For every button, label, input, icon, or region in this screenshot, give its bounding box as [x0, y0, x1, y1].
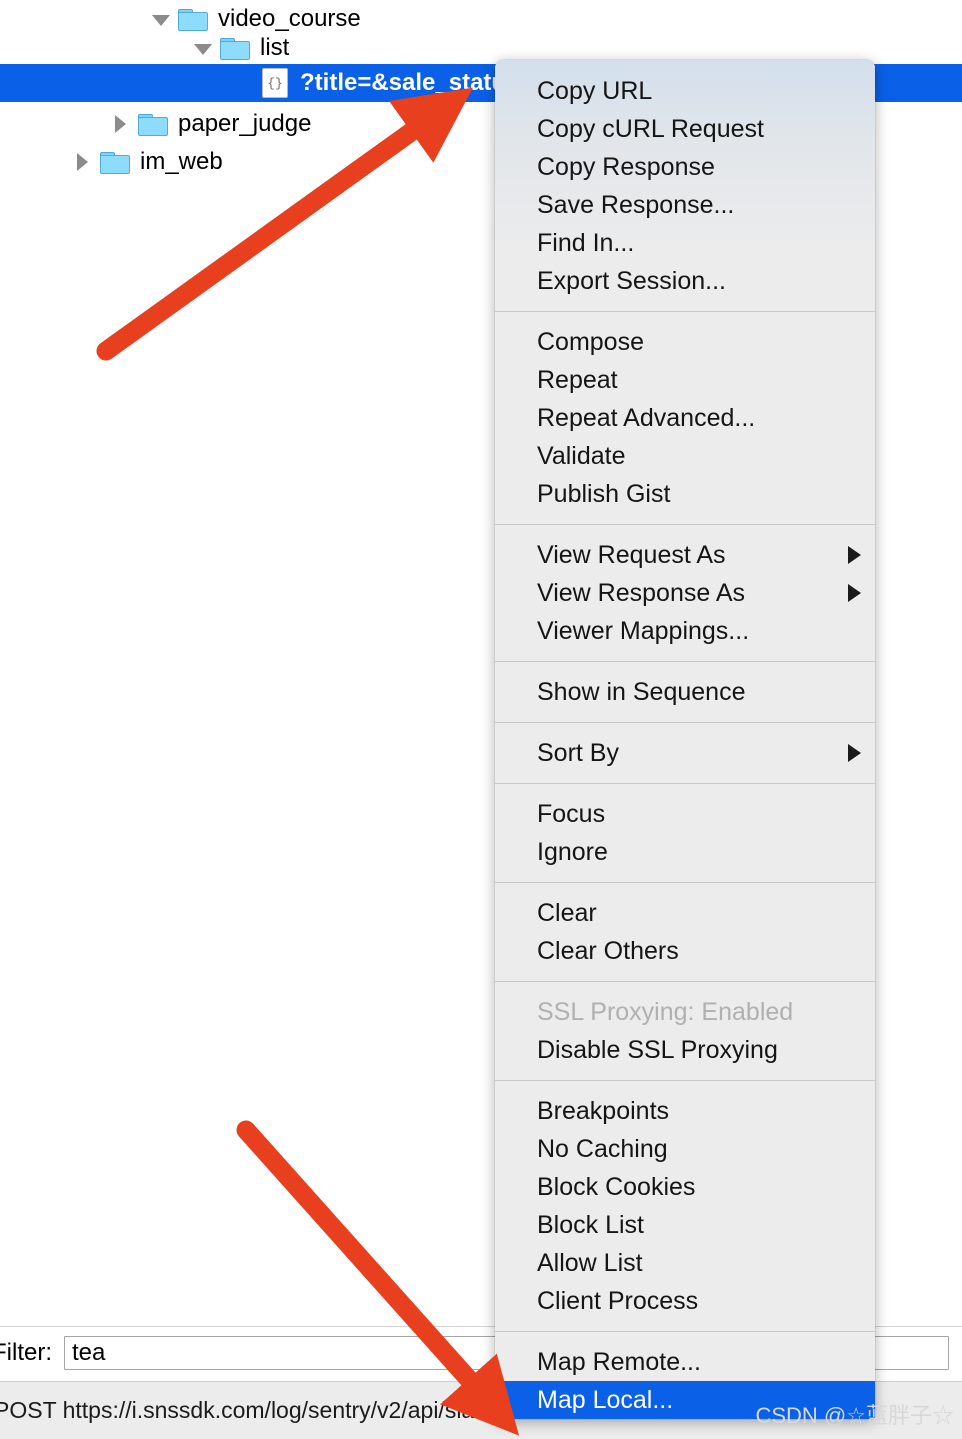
- submenu-chevron-right-icon: [848, 744, 861, 762]
- menu-item-label: SSL Proxying: Enabled: [537, 997, 794, 1026]
- menu-item-label: Ignore: [537, 837, 608, 866]
- disclosure-triangle-closed-icon[interactable]: [110, 114, 130, 134]
- menu-item-label: Find In...: [537, 228, 635, 257]
- tree-row-label: list: [260, 34, 290, 61]
- menu-item-label: Breakpoints: [537, 1096, 670, 1125]
- menu-separator: [495, 311, 875, 312]
- menu-item-label: Publish Gist: [537, 479, 671, 508]
- context-menu[interactable]: Copy URL Copy cURL Request Copy Response…: [495, 60, 875, 1419]
- menu-item-export-session[interactable]: Export Session...: [495, 262, 875, 300]
- menu-item-label: Copy cURL Request: [537, 114, 764, 143]
- folder-icon: [178, 7, 208, 31]
- menu-group: Sort By: [495, 734, 875, 772]
- menu-item-viewer-mappings[interactable]: Viewer Mappings...: [495, 612, 875, 650]
- menu-item-label: Clear Others: [537, 936, 679, 965]
- menu-group: SSL Proxying: Enabled Disable SSL Proxyi…: [495, 993, 875, 1069]
- menu-item-ignore[interactable]: Ignore: [495, 833, 875, 871]
- tree-row-label: paper_judge: [178, 110, 312, 137]
- folder-icon: [138, 112, 168, 136]
- submenu-chevron-right-icon: [848, 584, 861, 602]
- menu-item-repeat-advanced[interactable]: Repeat Advanced...: [495, 399, 875, 437]
- menu-item-label: Focus: [537, 799, 606, 828]
- menu-item-label: Client Process: [537, 1286, 699, 1315]
- disclosure-triangle-open-icon[interactable]: [192, 38, 212, 58]
- menu-item-find-in[interactable]: Find In...: [495, 224, 875, 262]
- menu-item-copy-url[interactable]: Copy URL: [495, 72, 875, 110]
- menu-item-label: Allow List: [537, 1248, 643, 1277]
- menu-item-repeat[interactable]: Repeat: [495, 361, 875, 399]
- menu-item-no-caching[interactable]: No Caching: [495, 1130, 875, 1168]
- menu-item-label: Sort By: [537, 738, 619, 767]
- menu-item-block-cookies[interactable]: Block Cookies: [495, 1168, 875, 1206]
- disclosure-triangle-closed-icon[interactable]: [72, 152, 92, 172]
- menu-group: Show in Sequence: [495, 673, 875, 711]
- menu-item-label: Save Response...: [537, 190, 735, 219]
- menu-item-block-list[interactable]: Block List: [495, 1206, 875, 1244]
- menu-item-view-request-as[interactable]: View Request As: [495, 536, 875, 574]
- menu-item-label: Block Cookies: [537, 1172, 696, 1201]
- menu-separator: [495, 981, 875, 982]
- menu-item-label: Copy Response: [537, 152, 715, 181]
- menu-separator: [495, 1080, 875, 1081]
- menu-item-sort-by[interactable]: Sort By: [495, 734, 875, 772]
- tree-row-label: im_web: [140, 148, 223, 175]
- menu-item-label: View Response As: [537, 578, 745, 607]
- menu-item-save-response[interactable]: Save Response...: [495, 186, 875, 224]
- menu-item-breakpoints[interactable]: Breakpoints: [495, 1092, 875, 1130]
- menu-group: Focus Ignore: [495, 795, 875, 871]
- menu-item-label: No Caching: [537, 1134, 668, 1163]
- menu-item-label: Map Local...: [537, 1385, 674, 1414]
- menu-item-label: Clear: [537, 898, 597, 927]
- folder-icon: [100, 150, 130, 174]
- menu-item-clear-others[interactable]: Clear Others: [495, 932, 875, 970]
- menu-item-label: Map Remote...: [537, 1347, 701, 1376]
- menu-separator: [495, 722, 875, 723]
- submenu-chevron-right-icon: [848, 546, 861, 564]
- folder-icon: [220, 36, 250, 60]
- menu-separator: [495, 524, 875, 525]
- menu-separator: [495, 882, 875, 883]
- menu-item-client-process[interactable]: Client Process: [495, 1282, 875, 1320]
- menu-separator: [495, 661, 875, 662]
- menu-item-copy-curl-request[interactable]: Copy cURL Request: [495, 110, 875, 148]
- menu-item-validate[interactable]: Validate: [495, 437, 875, 475]
- menu-separator: [495, 1331, 875, 1332]
- menu-group: View Request As View Response As Viewer …: [495, 536, 875, 650]
- menu-item-disable-ssl-proxying[interactable]: Disable SSL Proxying: [495, 1031, 875, 1069]
- menu-item-label: Copy URL: [537, 76, 653, 105]
- menu-item-publish-gist[interactable]: Publish Gist: [495, 475, 875, 513]
- menu-item-label: Disable SSL Proxying: [537, 1035, 778, 1064]
- json-file-icon: {}: [262, 68, 288, 98]
- menu-item-label: Show in Sequence: [537, 677, 746, 706]
- menu-item-label: Export Session...: [537, 266, 726, 295]
- menu-item-focus[interactable]: Focus: [495, 795, 875, 833]
- menu-group: Breakpoints No Caching Block Cookies Blo…: [495, 1092, 875, 1320]
- menu-group: Compose Repeat Repeat Advanced... Valida…: [495, 323, 875, 513]
- menu-item-label: Repeat Advanced...: [537, 403, 756, 432]
- menu-group: Copy URL Copy cURL Request Copy Response…: [495, 72, 875, 300]
- menu-item-label: Block List: [537, 1210, 644, 1239]
- menu-item-label: Validate: [537, 441, 626, 470]
- menu-item-map-remote[interactable]: Map Remote...: [495, 1343, 875, 1381]
- menu-item-copy-response[interactable]: Copy Response: [495, 148, 875, 186]
- menu-item-clear[interactable]: Clear: [495, 894, 875, 932]
- filter-label: Filter:: [0, 1339, 52, 1366]
- menu-item-label: Repeat: [537, 365, 618, 394]
- menu-item-label: Compose: [537, 327, 644, 356]
- menu-item-ssl-proxying-status: SSL Proxying: Enabled: [495, 993, 875, 1031]
- menu-item-view-response-as[interactable]: View Response As: [495, 574, 875, 612]
- menu-item-show-in-sequence[interactable]: Show in Sequence: [495, 673, 875, 711]
- csdn-watermark: CSDN @☆蓝胖子☆: [755, 1403, 954, 1428]
- disclosure-triangle-open-icon[interactable]: [150, 9, 170, 29]
- menu-separator: [495, 783, 875, 784]
- menu-item-allow-list[interactable]: Allow List: [495, 1244, 875, 1282]
- menu-item-compose[interactable]: Compose: [495, 323, 875, 361]
- menu-item-label: View Request As: [537, 540, 726, 569]
- menu-group: Clear Clear Others: [495, 894, 875, 970]
- menu-item-label: Viewer Mappings...: [537, 616, 750, 645]
